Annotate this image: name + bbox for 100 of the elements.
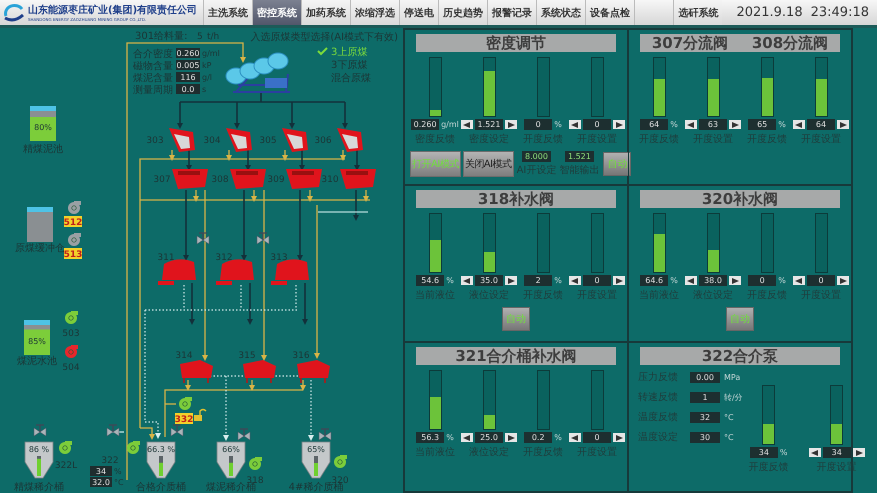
pump-icon[interactable] [127,441,140,454]
pump-icon[interactable] [179,397,192,410]
magnetic-separator-drawing [216,259,254,285]
gauge-track [536,57,550,117]
vibrating-screen-drawing [230,169,266,189]
decrease-button[interactable] [685,120,697,129]
unit-label: % [114,467,122,476]
decrease-button[interactable] [569,276,581,285]
increase-button[interactable] [729,120,741,129]
bin-lid [24,320,50,325]
unit-label: °C [724,412,734,422]
nav-tab[interactable]: 设备点检 [585,0,634,25]
valve-icon [106,424,120,436]
unit-label: % [778,120,786,129]
decrease-button[interactable] [793,276,805,285]
valve-icon [170,424,184,436]
gauge-track [590,370,604,430]
setpoint-field[interactable]: 63 [699,119,727,130]
vibrating-screen-drawing [286,169,322,189]
valve-icon [256,232,270,244]
valve-icon [34,424,46,436]
pump-icon[interactable] [334,455,347,468]
increase-button[interactable] [613,276,625,285]
nav-tab[interactable]: 浓缩浮选 [350,0,400,25]
nav-tab[interactable]: 主洗系统 [203,0,252,25]
pump-icon[interactable] [249,457,262,470]
pump-icon[interactable] [68,201,81,214]
value-display: 1 [690,392,720,402]
separator-drawing [297,360,330,384]
pipe-line [354,150,360,171]
unit-label: % [554,120,562,129]
padlock-icon [194,408,206,421]
sieve-bend-drawing [337,128,363,152]
bin-drawing [27,212,53,242]
setpoint-field[interactable]: 1.521 [475,119,503,130]
pump-number-badge: 513 [64,248,82,260]
decrease-button[interactable] [685,276,697,285]
pump-icon[interactable] [68,233,81,246]
decrease-button[interactable] [569,433,581,442]
separator-drawing [180,360,213,384]
unit-label: % [670,120,678,129]
decrease-button[interactable] [461,120,473,129]
pump-icon[interactable] [59,441,72,454]
increase-button[interactable] [505,120,517,129]
value-display: 34 [750,447,778,458]
setpoint-field[interactable]: 64 [807,119,835,130]
setpoint-field[interactable]: 0 [583,275,611,286]
nav-tab[interactable]: 选矸系统 [673,0,722,25]
decrease-button[interactable] [461,276,473,285]
value-display: 64.6 [640,275,668,286]
nav-tab[interactable]: 报警记录 [487,0,536,25]
increase-button[interactable] [505,276,517,285]
value-display: 32.0 [90,477,112,487]
value-display: 30 [690,432,720,442]
pump-icon[interactable] [65,311,78,324]
unit-label: % [446,276,454,285]
valve-icon [238,428,250,440]
unit-label: MPa [724,372,740,382]
setpoint-field[interactable]: 38.0 [699,275,727,286]
increase-button[interactable] [729,276,741,285]
setpoint-field[interactable]: 34 [822,447,851,458]
sieve-bend-drawing [169,128,195,152]
setpoint-field[interactable]: 0 [583,432,611,443]
increase-button[interactable] [613,433,625,442]
setpoint-field[interactable]: 25.0 [475,432,503,443]
nav-tab[interactable]: 密控系统 [252,0,302,25]
sieve-bend-drawing [226,128,252,152]
increase-button[interactable] [505,433,517,442]
unit-label: 转/分 [724,392,743,402]
value-display: 56.3 [416,432,444,443]
cone-tank-drawing [216,442,246,478]
increase-button[interactable] [613,120,625,129]
valve-icon [318,428,332,440]
setpoint-field[interactable]: 0 [807,275,835,286]
decrease-button[interactable] [808,448,821,457]
coal-type-option[interactable]: 3上原煤 [331,47,368,58]
value-display: 0.0 [176,84,200,94]
unit-label: % [778,276,786,285]
increase-button[interactable] [837,276,849,285]
company-logo-icon [3,2,25,22]
value-display: 64 [640,119,668,130]
value-display: 0.00 [690,372,720,382]
value-display: 0.260 [176,48,200,58]
decrease-button[interactable] [569,120,581,129]
nav-tab[interactable]: 历史趋势 [438,0,488,25]
value-display: 1.521 [564,151,594,162]
ai-mode-button[interactable]: 关闭AI模式 [462,151,514,177]
unit-label: % [554,433,562,442]
nav-tab[interactable]: 加药系统 [301,0,350,25]
setpoint-field[interactable]: 35.0 [475,275,503,286]
nav-tab[interactable]: 系统状态 [536,0,586,25]
setpoint-field[interactable]: 0 [583,119,611,130]
increase-button[interactable] [852,448,865,457]
increase-button[interactable] [837,120,849,129]
vibrating-screen-drawing [340,169,376,189]
decrease-button[interactable] [461,433,473,442]
nav-tab[interactable]: 停送电 [399,0,438,25]
bin-lid [27,207,53,212]
decrease-button[interactable] [793,120,805,129]
value-display: 0 [524,119,552,130]
